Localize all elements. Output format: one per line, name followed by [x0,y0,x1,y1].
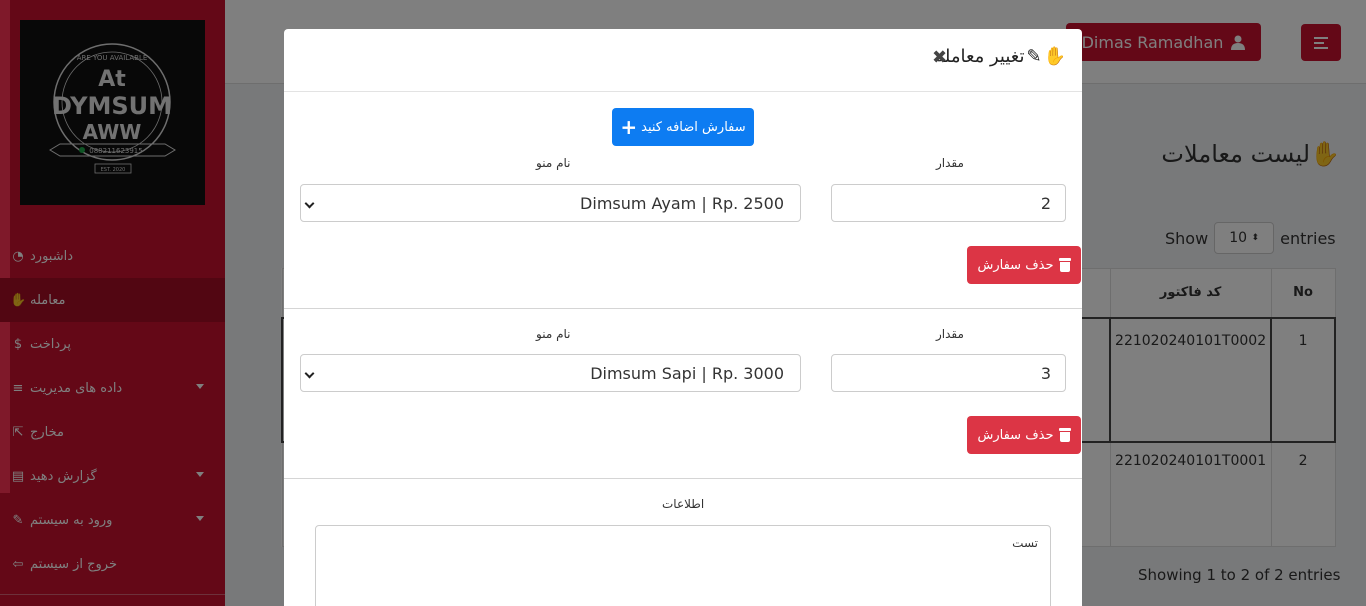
order-divider [284,478,1082,479]
plus-icon: + [620,115,638,139]
quantity-label: مقدار [936,156,964,170]
modal-title: ✋ ✎ تغییر معامله [935,46,1066,67]
menu-name-label: نام منو [536,327,571,341]
info-label: اطلاعات [662,497,705,511]
chevron-down-icon [304,198,315,209]
menu-select[interactable]: Dimsum Sapi | Rp. 3000 [300,354,801,392]
menu-name-label: نام منو [536,156,571,170]
quantity-input[interactable]: 2 [831,184,1066,222]
delete-order-button[interactable]: حذف سفارش [967,416,1081,454]
edit-transaction-modal: ✋ ✎ تغییر معامله ✖ + سفارش اضافه کنید مق… [284,29,1082,606]
trash-icon [1058,428,1071,442]
handshake-icon: ✋ [1043,46,1066,67]
trash-icon [1058,258,1071,272]
menu-select[interactable]: Dimsum Ayam | Rp. 2500 [300,184,801,222]
delete-order-button[interactable]: حذف سفارش [967,246,1081,284]
add-order-button[interactable]: + سفارش اضافه کنید [612,108,754,146]
modal-header: ✋ ✎ تغییر معامله ✖ [284,29,1082,92]
info-textarea[interactable]: تست [315,525,1051,606]
quantity-label: مقدار [936,327,964,341]
edit-icon: ✎ [1026,46,1042,67]
close-icon[interactable]: ✖ [932,47,947,68]
chevron-down-icon [304,368,315,379]
quantity-input[interactable]: 3 [831,354,1066,392]
order-divider [284,308,1082,309]
